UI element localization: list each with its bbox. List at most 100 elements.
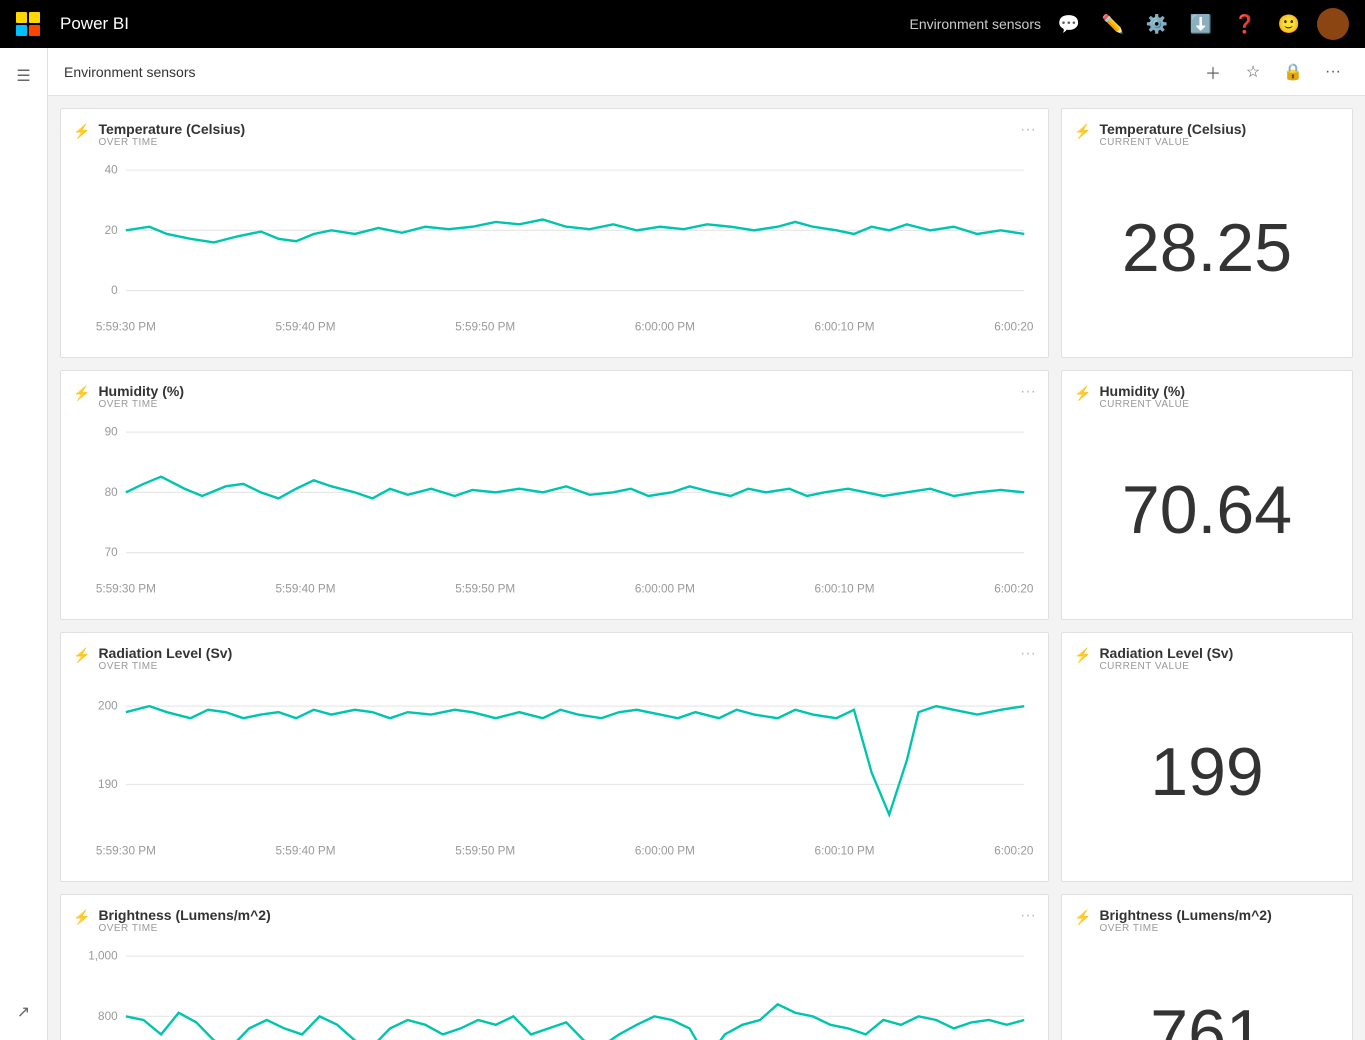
card-header: ⚡ Brightness (Lumens/m^2) OVER TIME ···	[73, 907, 1036, 934]
card-header: ⚡ Humidity (%) OVER TIME ···	[73, 383, 1036, 410]
svg-text:40: 40	[105, 163, 118, 177]
svg-text:6:00:20 PM: 6:00:20 PM	[994, 319, 1036, 333]
sidebar: ☰ ↗	[0, 48, 48, 1040]
temp-over-time-card: ⚡ Temperature (Celsius) OVER TIME ···	[60, 108, 1049, 358]
brightness-over-time-subtitle: OVER TIME	[98, 923, 270, 934]
radiation-over-time-card: ⚡ Radiation Level (Sv) OVER TIME ··· 200…	[60, 632, 1049, 882]
sub-header: Environment sensors ＋ ☆ 🔒 ···	[48, 48, 1365, 96]
more-options-icon[interactable]: ···	[1317, 56, 1349, 88]
humidity-over-time-card: ⚡ Humidity (%) OVER TIME ··· 90 80 70	[60, 370, 1049, 620]
radiation-over-time-title: Radiation Level (Sv)	[98, 645, 232, 661]
svg-text:200: 200	[98, 698, 118, 712]
svg-text:6:00:20 PM: 6:00:20 PM	[994, 581, 1036, 595]
lock-icon[interactable]: 🔒	[1277, 56, 1309, 88]
temp-current-card: ⚡ Temperature (Celsius) CURRENT VALUE 28…	[1061, 108, 1353, 358]
brightness-over-time-title: Brightness (Lumens/m^2)	[98, 907, 270, 923]
brightness-value: 761	[1074, 938, 1340, 1040]
humidity-current-title: Humidity (%)	[1099, 383, 1189, 399]
bolt-icon: ⚡	[1074, 909, 1091, 926]
svg-text:6:00:10 PM: 6:00:10 PM	[815, 319, 875, 333]
waffle-icon[interactable]	[12, 8, 44, 40]
dashboard: ⚡ Temperature (Celsius) OVER TIME ···	[48, 96, 1365, 1040]
settings-icon[interactable]: ⚙️	[1137, 4, 1177, 44]
svg-text:0: 0	[111, 283, 118, 297]
menu-icon[interactable]: ☰	[4, 56, 44, 96]
bolt-icon: ⚡	[1074, 123, 1091, 140]
brightness-chart: 1,000 800 600 5:59:30 PM 5:59:40 PM 5:59…	[73, 938, 1036, 1040]
humidity-value: 70.64	[1074, 414, 1340, 607]
help-icon[interactable]: ❓	[1225, 4, 1265, 44]
download-icon[interactable]: ⬇️	[1181, 4, 1221, 44]
external-link-icon[interactable]: ↗	[4, 992, 44, 1032]
add-button[interactable]: ＋	[1197, 56, 1229, 88]
card-header: ⚡ Humidity (%) CURRENT VALUE	[1074, 383, 1340, 410]
radiation-current-title: Radiation Level (Sv)	[1099, 645, 1233, 661]
temp-over-time-title: Temperature (Celsius)	[98, 121, 245, 137]
svg-text:5:59:50 PM: 5:59:50 PM	[455, 843, 515, 857]
brightness-current-title: Brightness (Lumens/m^2)	[1099, 907, 1271, 923]
sub-actions: ＋ ☆ 🔒 ···	[1197, 56, 1349, 88]
brightness-current-card: ⚡ Brightness (Lumens/m^2) OVER TIME 761	[1061, 894, 1353, 1040]
temp-chart: 40 20 0 5:59:30 PM 5:59:40 PM 5:59:50 PM…	[73, 152, 1036, 345]
brightness-current-subtitle: OVER TIME	[1099, 923, 1271, 934]
bolt-icon: ⚡	[73, 647, 90, 664]
card-more-icon[interactable]: ···	[1020, 383, 1036, 401]
svg-text:5:59:50 PM: 5:59:50 PM	[455, 581, 515, 595]
temp-current-title: Temperature (Celsius)	[1099, 121, 1246, 137]
svg-text:6:00:00 PM: 6:00:00 PM	[635, 843, 695, 857]
svg-text:5:59:30 PM: 5:59:30 PM	[96, 581, 156, 595]
svg-text:90: 90	[105, 424, 118, 438]
humidity-current-subtitle: CURRENT VALUE	[1099, 399, 1189, 410]
svg-text:5:59:30 PM: 5:59:30 PM	[96, 843, 156, 857]
svg-text:6:00:00 PM: 6:00:00 PM	[635, 319, 695, 333]
brightness-over-time-card: ⚡ Brightness (Lumens/m^2) OVER TIME ··· …	[60, 894, 1049, 1040]
bolt-icon: ⚡	[73, 385, 90, 402]
main-layout: ☰ ↗ Environment sensors ＋ ☆ 🔒 ··· ⚡ Te	[0, 48, 1365, 1040]
humidity-over-time-subtitle: OVER TIME	[98, 399, 184, 410]
card-more-icon[interactable]: ···	[1020, 907, 1036, 925]
card-header: ⚡ Radiation Level (Sv) CURRENT VALUE	[1074, 645, 1340, 672]
edit-icon[interactable]: ✏️	[1093, 4, 1133, 44]
radiation-over-time-subtitle: OVER TIME	[98, 661, 232, 672]
card-header: ⚡ Temperature (Celsius) OVER TIME ···	[73, 121, 1036, 148]
svg-text:20: 20	[105, 223, 118, 237]
svg-text:5:59:40 PM: 5:59:40 PM	[276, 843, 336, 857]
bolt-icon: ⚡	[73, 123, 90, 140]
bolt-icon: ⚡	[73, 909, 90, 926]
radiation-current-subtitle: CURRENT VALUE	[1099, 661, 1233, 672]
main-content: Environment sensors ＋ ☆ 🔒 ··· ⚡ Temperat…	[48, 48, 1365, 1040]
svg-text:6:00:20 PM: 6:00:20 PM	[994, 843, 1036, 857]
svg-text:800: 800	[98, 1009, 118, 1023]
bolt-icon: ⚡	[1074, 385, 1091, 402]
report-title: Environment sensors	[64, 64, 196, 80]
svg-text:6:00:10 PM: 6:00:10 PM	[815, 581, 875, 595]
svg-text:6:00:00 PM: 6:00:00 PM	[635, 581, 695, 595]
svg-text:6:00:10 PM: 6:00:10 PM	[815, 843, 875, 857]
avatar[interactable]	[1313, 4, 1353, 44]
nav-icons: 💬 ✏️ ⚙️ ⬇️ ❓ 🙂	[1049, 4, 1353, 44]
card-header: ⚡ Brightness (Lumens/m^2) OVER TIME	[1074, 907, 1340, 934]
humidity-current-card: ⚡ Humidity (%) CURRENT VALUE 70.64	[1061, 370, 1353, 620]
card-more-icon[interactable]: ···	[1020, 645, 1036, 663]
svg-text:70: 70	[105, 545, 118, 559]
svg-text:5:59:30 PM: 5:59:30 PM	[96, 319, 156, 333]
card-more-icon[interactable]: ···	[1020, 121, 1036, 139]
radiation-current-card: ⚡ Radiation Level (Sv) CURRENT VALUE 199	[1061, 632, 1353, 882]
favorite-icon[interactable]: ☆	[1237, 56, 1269, 88]
nav-page-title: Environment sensors	[909, 16, 1041, 32]
svg-text:190: 190	[98, 777, 118, 791]
temp-value: 28.25	[1074, 152, 1340, 345]
svg-text:80: 80	[105, 485, 118, 499]
humidity-chart: 90 80 70 5:59:30 PM 5:59:40 PM 5:59:50 P…	[73, 414, 1036, 607]
temp-current-subtitle: CURRENT VALUE	[1099, 137, 1246, 148]
svg-text:1,000: 1,000	[88, 948, 118, 962]
top-nav: Power BI Environment sensors 💬 ✏️ ⚙️ ⬇️ …	[0, 0, 1365, 48]
radiation-chart: 200 190 5:59:30 PM 5:59:40 PM 5:59:50 PM…	[73, 676, 1036, 869]
card-header: ⚡ Radiation Level (Sv) OVER TIME ···	[73, 645, 1036, 672]
smiley-icon[interactable]: 🙂	[1269, 4, 1309, 44]
comment-icon[interactable]: 💬	[1049, 4, 1089, 44]
svg-text:5:59:40 PM: 5:59:40 PM	[276, 319, 336, 333]
card-header: ⚡ Temperature (Celsius) CURRENT VALUE	[1074, 121, 1340, 148]
app-name: Power BI	[60, 14, 901, 34]
radiation-value: 199	[1074, 676, 1340, 869]
